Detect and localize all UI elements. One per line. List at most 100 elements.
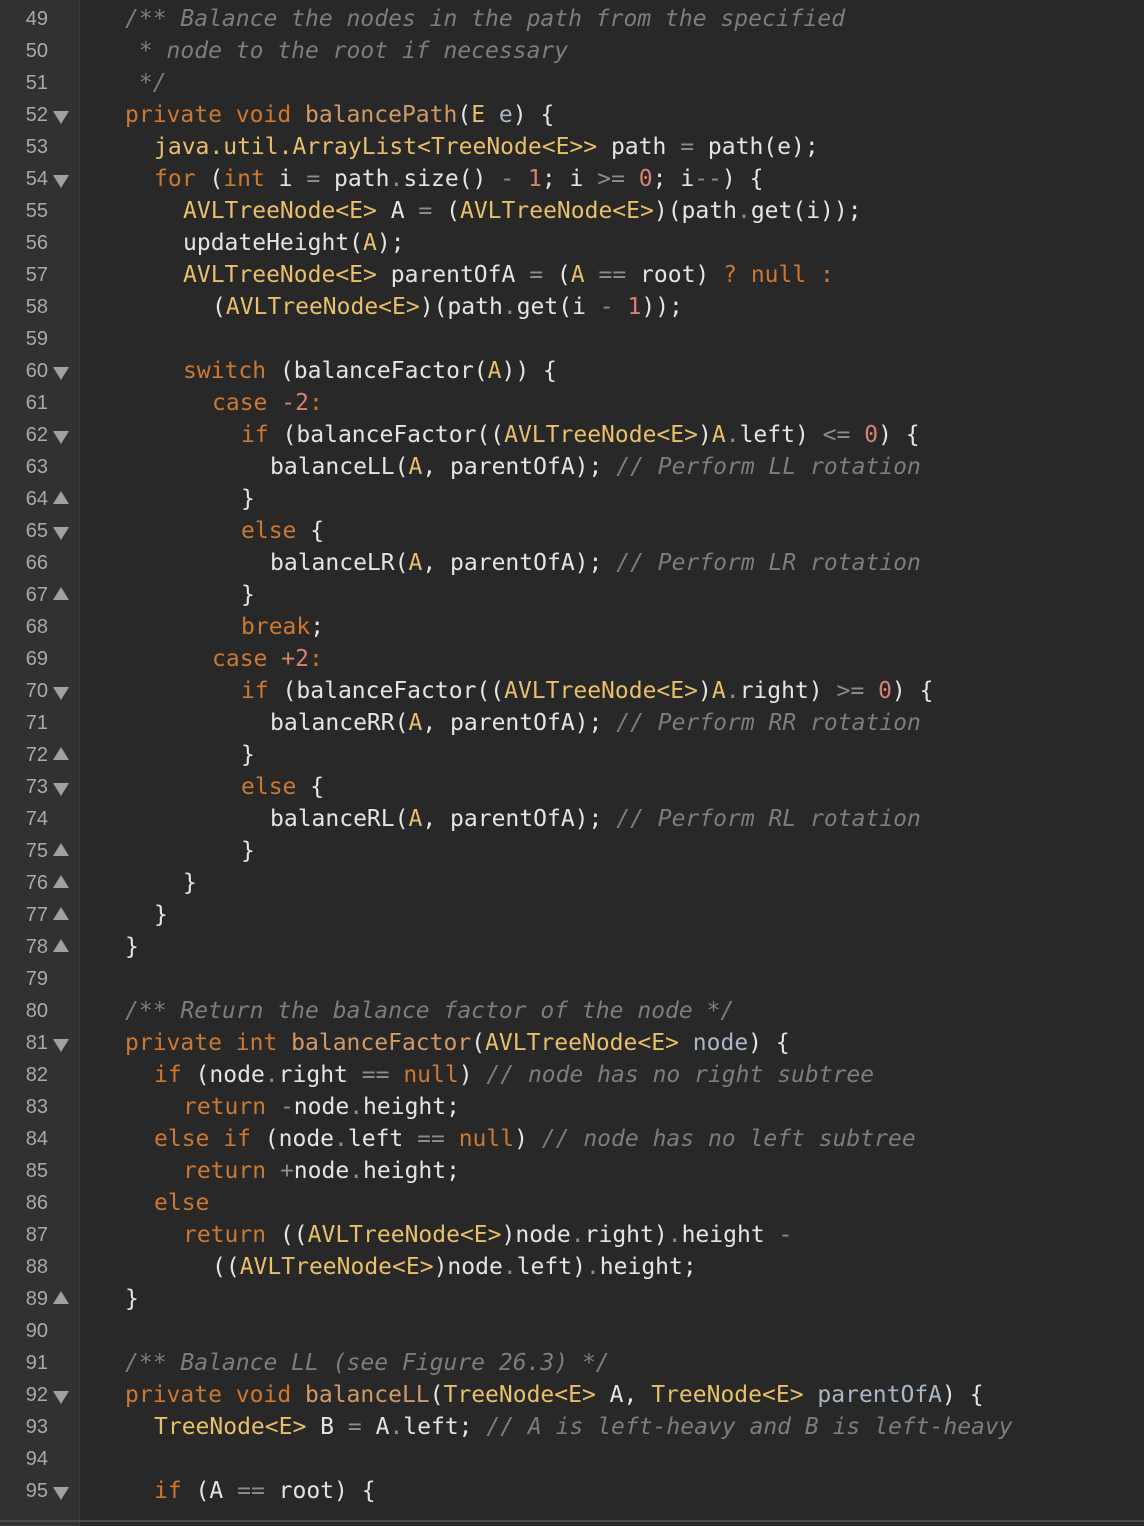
code-line[interactable]: 69 case +2: bbox=[0, 643, 1144, 675]
code-line[interactable]: 62 if (balanceFactor((AVLTreeNode<E>)A.le… bbox=[0, 419, 1144, 451]
code-line[interactable]: 67} bbox=[0, 579, 1144, 611]
code-line[interactable]: 88 ((AVLTreeNode<E>)node.left).height; bbox=[0, 1251, 1144, 1283]
code-token: // Perform LR rotation bbox=[616, 550, 921, 576]
code-line[interactable]: 76} bbox=[0, 867, 1144, 899]
code-token: balanceLR( bbox=[270, 550, 409, 576]
line-number: 71 bbox=[25, 712, 48, 734]
code-token: <= bbox=[822, 422, 851, 448]
code-line[interactable]: 59 bbox=[0, 323, 1144, 355]
fold-collapse-icon[interactable] bbox=[53, 783, 69, 796]
code-line[interactable]: 55 AVLTreeNode<E> A = (AVLTreeNode<E>)(pa… bbox=[0, 195, 1144, 227]
code-line[interactable]: 64} bbox=[0, 483, 1144, 515]
fold-collapse-icon[interactable] bbox=[53, 1487, 69, 1500]
code-token: else bbox=[241, 518, 297, 544]
code-line[interactable]: 86 else bbox=[0, 1187, 1144, 1219]
fold-collapse-icon[interactable] bbox=[53, 1039, 69, 1052]
code-line[interactable]: 65 else { bbox=[0, 515, 1144, 547]
code-token: balanceFactor bbox=[291, 1030, 472, 1056]
code-line[interactable]: 80 /** Return the balance factor of the n… bbox=[0, 995, 1144, 1027]
fold-collapse-icon[interactable] bbox=[53, 527, 69, 540]
fold-collapse-icon[interactable] bbox=[53, 1391, 69, 1404]
code-line[interactable]: 70 if (balanceFactor((AVLTreeNode<E>)A.ri… bbox=[0, 675, 1144, 707]
code-token: 1 bbox=[627, 294, 642, 320]
code-editor[interactable]: 49 /** Balance the nodes in the path from… bbox=[0, 0, 1144, 1526]
code-line[interactable]: 83 return -node.height; bbox=[0, 1091, 1144, 1123]
code-line[interactable]: 68 break; bbox=[0, 611, 1144, 643]
fold-collapse-icon[interactable] bbox=[53, 431, 69, 444]
fold-end-icon[interactable] bbox=[53, 587, 69, 600]
code-line[interactable]: 58 (AVLTreeNode<E>)(path.get(i - 1)); bbox=[0, 291, 1144, 323]
code-token: ) bbox=[458, 1062, 487, 1088]
code-line[interactable]: 75} bbox=[0, 835, 1144, 867]
code-token: - bbox=[500, 166, 515, 192]
code-line[interactable]: 90 bbox=[0, 1315, 1144, 1347]
code-line[interactable]: 60 switch (balanceFactor(A)) { bbox=[0, 355, 1144, 387]
code-line[interactable]: 73 else { bbox=[0, 771, 1144, 803]
code-token: . bbox=[502, 1254, 517, 1280]
line-number: 59 bbox=[25, 328, 48, 350]
code-token: . bbox=[349, 1158, 364, 1184]
code-line[interactable]: 82 if (node.right == null) // node has no… bbox=[0, 1059, 1144, 1091]
code-token: AVLTreeNode<E> bbox=[485, 1030, 679, 1056]
code-token: == bbox=[361, 1062, 390, 1088]
code-line[interactable]: 87 return ((AVLTreeNode<E>)node.right).he… bbox=[0, 1219, 1144, 1251]
code-token: return bbox=[183, 1158, 280, 1184]
line-number: 90 bbox=[25, 1320, 48, 1342]
code-line[interactable]: 52 private void balancePath(E e) { bbox=[0, 99, 1144, 131]
code-text: balanceLL(A, parentOfA); // Perform LL r… bbox=[270, 451, 921, 483]
code-token: . bbox=[585, 1254, 600, 1280]
code-line[interactable]: 84 else if (node.left == null) // node ha… bbox=[0, 1123, 1144, 1155]
code-token: /** Return the balance factor of the nod… bbox=[125, 998, 735, 1024]
code-token: (node bbox=[250, 1126, 335, 1152]
code-line[interactable]: 61 case -2: bbox=[0, 387, 1144, 419]
line-number: 80 bbox=[25, 1000, 48, 1022]
code-token: } bbox=[241, 582, 255, 608]
code-line[interactable]: 95 if (A == root) { bbox=[0, 1475, 1144, 1507]
fold-end-icon[interactable] bbox=[53, 491, 69, 504]
fold-collapse-icon[interactable] bbox=[53, 111, 69, 124]
code-line[interactable]: 74 balanceRL(A, parentOfA); // Perform RL… bbox=[0, 803, 1144, 835]
code-line[interactable]: 51 */ bbox=[0, 67, 1144, 99]
code-line[interactable]: 72} bbox=[0, 739, 1144, 771]
code-token: )node bbox=[433, 1254, 503, 1280]
fold-end-icon[interactable] bbox=[53, 843, 69, 856]
code-line[interactable]: 77} bbox=[0, 899, 1144, 931]
code-line[interactable]: 94 bbox=[0, 1443, 1144, 1475]
code-line[interactable]: 81 private int balanceFactor(AVLTreeNode<… bbox=[0, 1027, 1144, 1059]
fold-end-icon[interactable] bbox=[53, 875, 69, 888]
code-line[interactable]: 71 balanceRR(A, parentOfA); // Perform RR… bbox=[0, 707, 1144, 739]
code-token: if bbox=[241, 422, 269, 448]
code-line[interactable]: 66 balanceLR(A, parentOfA); // Perform LR… bbox=[0, 547, 1144, 579]
fold-end-icon[interactable] bbox=[53, 907, 69, 920]
code-line[interactable]: 92 private void balanceLL(TreeNode<E> A, … bbox=[0, 1379, 1144, 1411]
fold-collapse-icon[interactable] bbox=[53, 175, 69, 188]
code-line[interactable]: 50 * node to the root if necessary bbox=[0, 35, 1144, 67]
fold-collapse-icon[interactable] bbox=[53, 687, 69, 700]
code-token: = bbox=[347, 1414, 362, 1440]
horizontal-scrollbar[interactable] bbox=[0, 1520, 1144, 1522]
fold-collapse-icon[interactable] bbox=[53, 367, 69, 380]
code-line[interactable]: 79 bbox=[0, 963, 1144, 995]
code-token: = bbox=[306, 166, 321, 192]
code-line[interactable]: 89} bbox=[0, 1283, 1144, 1315]
code-token: // Perform RL rotation bbox=[616, 806, 921, 832]
code-line[interactable]: 56 updateHeight(A); bbox=[0, 227, 1144, 259]
code-line[interactable]: 49 /** Balance the nodes in the path from… bbox=[0, 3, 1144, 35]
code-line[interactable]: 85 return +node.height; bbox=[0, 1155, 1144, 1187]
fold-end-icon[interactable] bbox=[53, 747, 69, 760]
code-line[interactable]: 63 balanceLL(A, parentOfA); // Perform LL… bbox=[0, 451, 1144, 483]
code-line[interactable]: 78} bbox=[0, 931, 1144, 963]
fold-end-icon[interactable] bbox=[53, 939, 69, 952]
line-number: 83 bbox=[25, 1096, 48, 1118]
code-line[interactable]: 93 TreeNode<E> B = A.left; // A is left-h… bbox=[0, 1411, 1144, 1443]
fold-end-icon[interactable] bbox=[53, 1291, 69, 1304]
code-line[interactable]: 57 AVLTreeNode<E> parentOfA = (A == root)… bbox=[0, 259, 1144, 291]
code-token: . bbox=[264, 1062, 279, 1088]
code-text: else { bbox=[241, 771, 324, 803]
code-token: A, bbox=[595, 1382, 652, 1408]
code-token: ); bbox=[376, 230, 405, 256]
code-line[interactable]: 91 /** Balance LL (see Figure 26.3) */ bbox=[0, 1347, 1144, 1379]
code-line[interactable]: 54 for (int i = path.size() - 1; i >= 0; … bbox=[0, 163, 1144, 195]
code-line[interactable]: 53 java.util.ArrayList<TreeNode<E>> path … bbox=[0, 131, 1144, 163]
